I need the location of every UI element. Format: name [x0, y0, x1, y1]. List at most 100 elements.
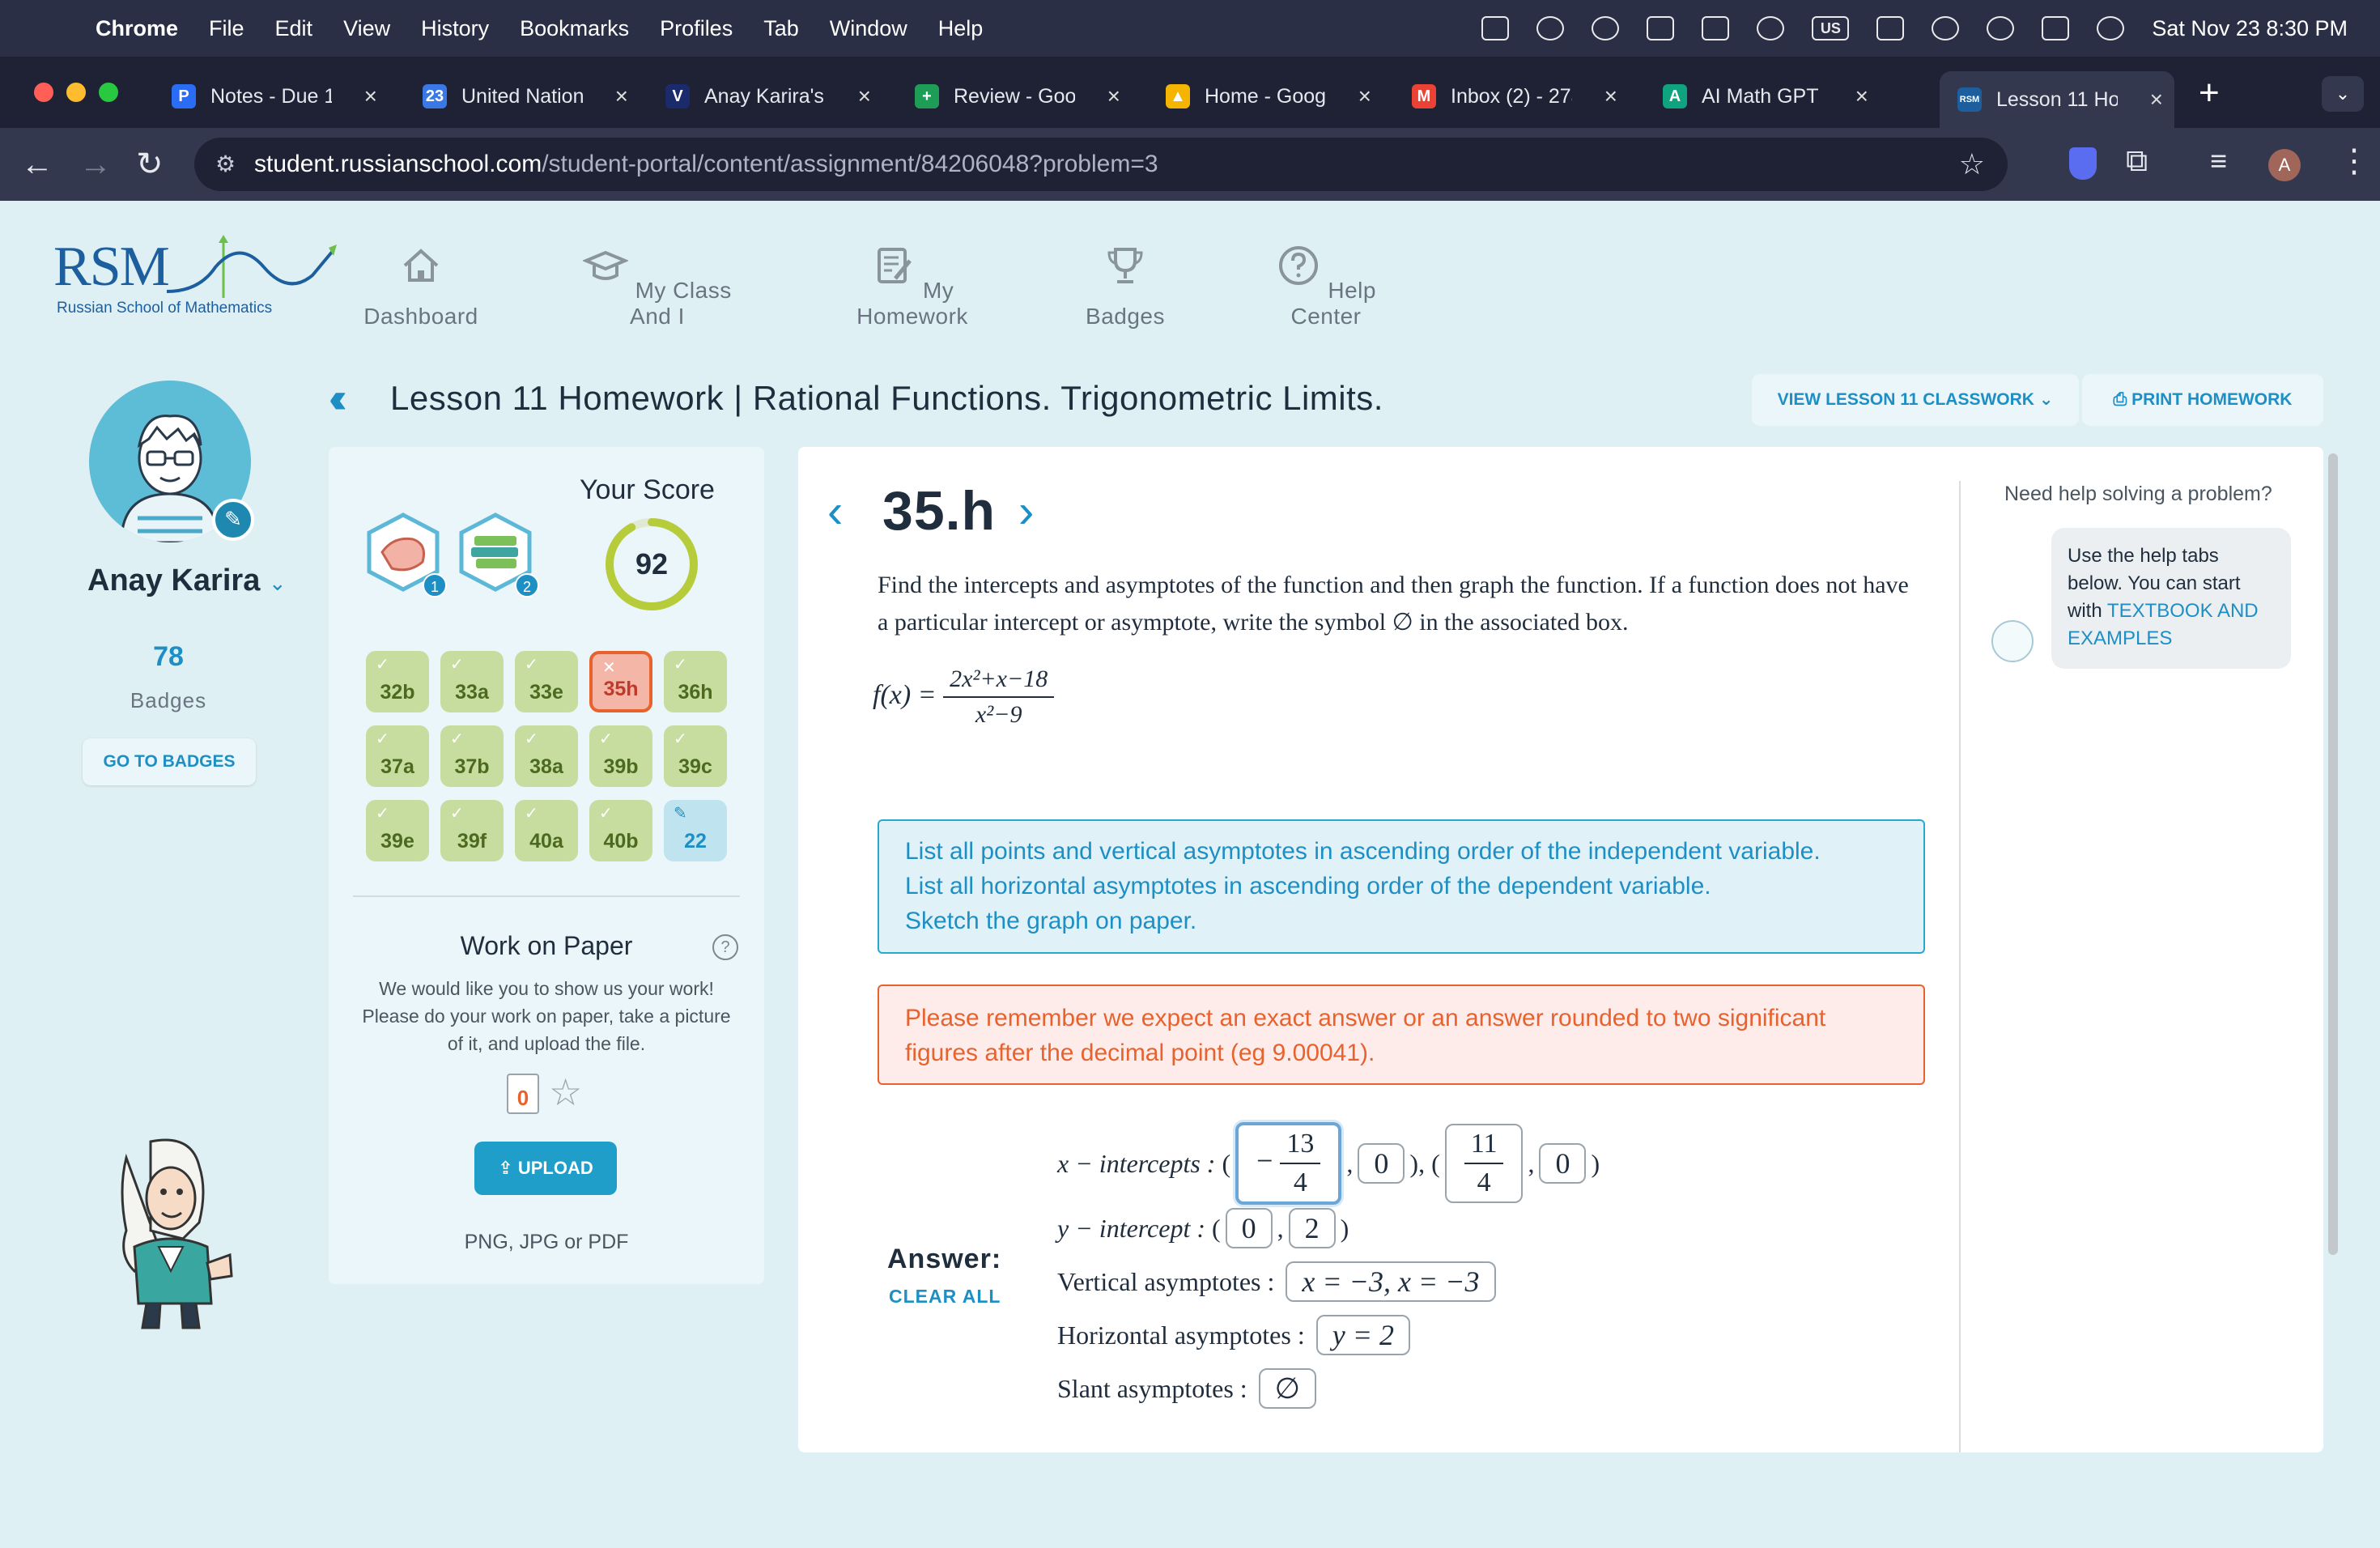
slant-asymptotes-input[interactable]: ∅: [1258, 1368, 1317, 1409]
help-bot-icon[interactable]: [1991, 620, 2034, 662]
play-icon[interactable]: [1757, 16, 1785, 40]
wifi-icon[interactable]: [1932, 16, 1960, 40]
problem-tile[interactable]: ✓ 33e: [515, 651, 578, 712]
problem-tile[interactable]: ✓ 36h: [664, 651, 727, 712]
star-icon[interactable]: ☆: [549, 1070, 582, 1114]
browser-tab[interactable]: V Anay Karira's S ×: [648, 71, 882, 121]
close-window-icon[interactable]: [34, 83, 53, 102]
back-to-lessons-icon[interactable]: ‹‹: [329, 374, 346, 423]
forward-icon[interactable]: →: [79, 146, 112, 183]
extension-shield-icon[interactable]: [2069, 147, 2097, 180]
nav-badges[interactable]: Badges: [1069, 243, 1182, 330]
rsm-logo[interactable]: RSM Russian School of Mathematics: [53, 235, 337, 324]
spotlight-search-icon[interactable]: [1987, 16, 2015, 40]
nav-my-homework[interactable]: My Homework: [826, 243, 999, 330]
browser-tab[interactable]: + Review - Googl ×: [897, 71, 1132, 121]
close-tab-icon[interactable]: ×: [2150, 87, 2163, 113]
close-tab-icon[interactable]: ×: [1107, 83, 1120, 109]
profile-avatar[interactable]: A: [2268, 149, 2301, 181]
record-icon[interactable]: [1536, 16, 1565, 40]
control-center-icon[interactable]: [2042, 16, 2070, 40]
bookmark-star-icon[interactable]: ☆: [1959, 138, 1985, 191]
edit-avatar-button[interactable]: ✎: [212, 499, 254, 541]
menu-clock[interactable]: Sat Nov 23 8:30 PM: [2152, 16, 2348, 41]
go-to-badges-button[interactable]: GO TO BADGES: [83, 738, 256, 785]
menu-history[interactable]: History: [421, 16, 489, 41]
user-name[interactable]: Anay Karira ⌄: [87, 563, 287, 598]
audio-icon[interactable]: [1647, 16, 1675, 40]
work-on-paper-help-icon[interactable]: ?: [712, 934, 738, 960]
briefcase-icon[interactable]: [1702, 16, 1730, 40]
close-tab-icon[interactable]: ×: [858, 83, 871, 109]
close-tab-icon[interactable]: ×: [364, 83, 377, 109]
problem-tile[interactable]: ✓ 39c: [664, 725, 727, 787]
menu-bookmarks[interactable]: Bookmarks: [520, 16, 629, 41]
x-intercept-2-y-input[interactable]: 0: [1539, 1143, 1587, 1184]
problem-tile[interactable]: ✓ 32b: [366, 651, 429, 712]
tab-search-icon[interactable]: ⌄: [2322, 76, 2364, 112]
extensions-icon[interactable]: ⧉: [2126, 144, 2148, 179]
problem-tile[interactable]: ✓ 37a: [366, 725, 429, 787]
media-controls-icon[interactable]: ≡: [2210, 144, 2227, 178]
menu-edit[interactable]: Edit: [275, 16, 313, 41]
close-tab-icon[interactable]: ×: [1604, 83, 1617, 109]
vertical-asymptotes-input[interactable]: x = −3, x = −3: [1286, 1261, 1496, 1302]
minimize-window-icon[interactable]: [66, 83, 86, 102]
problem-tile[interactable]: ✕ 35h: [589, 651, 652, 712]
print-homework-button[interactable]: ⎙ PRINT HOMEWORK: [2082, 374, 2323, 426]
zoom-window-icon[interactable]: [99, 83, 118, 102]
close-tab-icon[interactable]: ×: [615, 83, 628, 109]
problem-tile[interactable]: ✓ 39b: [589, 725, 652, 787]
close-tab-icon[interactable]: ×: [1855, 83, 1868, 109]
back-icon[interactable]: ←: [21, 146, 53, 183]
nav-dashboard[interactable]: Dashboard: [356, 243, 486, 330]
nav-my-class[interactable]: My Class And I: [567, 243, 748, 330]
lotus-icon[interactable]: [1592, 16, 1620, 40]
page-scrollbar[interactable]: [2328, 453, 2338, 1255]
problem-tile[interactable]: ✓ 33a: [440, 651, 504, 712]
problem-tile[interactable]: ✓ 40b: [589, 800, 652, 861]
browser-tab[interactable]: A AI Math GPT So ×: [1645, 71, 1880, 121]
horizontal-asymptotes-input[interactable]: y = 2: [1315, 1315, 1410, 1355]
clear-all-button[interactable]: CLEAR ALL: [889, 1286, 1001, 1308]
problem-tile[interactable]: ✓ 37b: [440, 725, 504, 787]
problem-tile[interactable]: ✓ 39e: [366, 800, 429, 861]
input-source-icon[interactable]: US: [1812, 16, 1850, 40]
view-classwork-button[interactable]: VIEW LESSON 11 CLASSWORK ⌄: [1752, 374, 2079, 426]
battery-icon[interactable]: [1876, 16, 1905, 40]
problem-tile[interactable]: ✓ 38a: [515, 725, 578, 787]
siri-icon[interactable]: [2097, 16, 2125, 40]
chevron-down-icon[interactable]: ⌄: [269, 571, 287, 595]
uploaded-file-icon[interactable]: 0: [507, 1074, 539, 1114]
browser-tab[interactable]: M Inbox (2) - 27a ×: [1394, 71, 1629, 121]
chrome-menu-icon[interactable]: ⋮: [2338, 142, 2370, 180]
problem-tile[interactable]: ✓ 40a: [515, 800, 578, 861]
previous-problem-icon[interactable]: ‹: [827, 484, 843, 538]
y-intercept-x-input[interactable]: 0: [1225, 1208, 1273, 1248]
new-tab-icon[interactable]: +: [2199, 73, 2220, 113]
menu-view[interactable]: View: [343, 16, 390, 41]
menu-profiles[interactable]: Profiles: [660, 16, 733, 41]
x-intercept-2-x-input[interactable]: 11 4: [1444, 1124, 1524, 1203]
browser-tab[interactable]: 23 United Nations ×: [405, 71, 640, 121]
next-problem-icon[interactable]: ›: [1018, 484, 1034, 538]
x-intercept-1-y-input[interactable]: 0: [1358, 1143, 1405, 1184]
upload-button[interactable]: ⇪ UPLOAD: [474, 1142, 617, 1195]
problem-tile[interactable]: ✎ 22: [664, 800, 727, 861]
y-intercept-y-input[interactable]: 2: [1288, 1208, 1336, 1248]
menu-help[interactable]: Help: [938, 16, 984, 41]
x-intercept-1-x-input[interactable]: − 13 4: [1235, 1122, 1342, 1205]
close-tab-icon[interactable]: ×: [1358, 83, 1371, 109]
menu-file[interactable]: File: [209, 16, 244, 41]
browser-tab[interactable]: RSM Lesson 11 Home ×: [1940, 71, 2174, 128]
url-field[interactable]: ⚙ student.russianschool.com/student-port…: [194, 138, 2008, 191]
nav-help-center[interactable]: Help Center: [1253, 243, 1399, 330]
menu-window[interactable]: Window: [830, 16, 907, 41]
problem-tile[interactable]: ✓ 39f: [440, 800, 504, 861]
site-settings-icon[interactable]: ⚙: [215, 138, 236, 191]
browser-tab[interactable]: ▲ Home - Google ×: [1148, 71, 1383, 121]
browser-tab[interactable]: P Notes - Due 11/ ×: [154, 71, 389, 121]
menu-app[interactable]: Chrome: [96, 16, 178, 41]
menu-tab[interactable]: Tab: [763, 16, 799, 41]
screen-share-icon[interactable]: [1481, 16, 1510, 40]
